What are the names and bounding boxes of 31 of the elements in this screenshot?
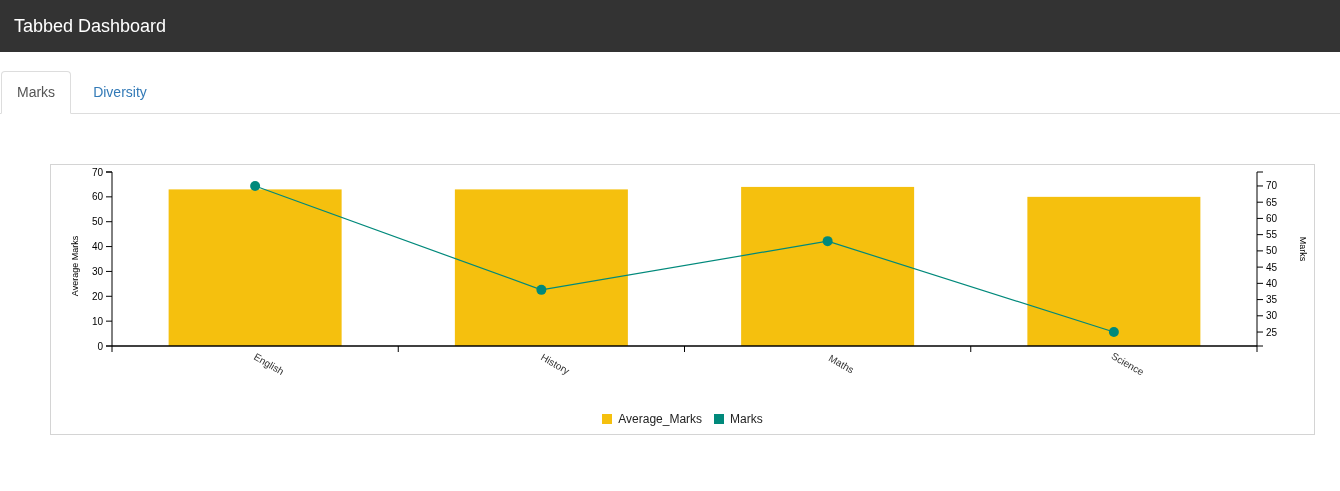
- data-point: [1108, 327, 1119, 338]
- app-title: Tabbed Dashboard: [14, 14, 167, 38]
- legend-label: Marks: [730, 411, 763, 428]
- tick-label: 20: [91, 290, 103, 302]
- tick-label: 25: [1266, 326, 1278, 338]
- axis-title: Marks: [1298, 236, 1308, 262]
- tick-label: 70: [1266, 180, 1278, 192]
- legend-swatch: [714, 414, 725, 424]
- legend-swatch: [602, 414, 613, 424]
- axis-title: Average Marks: [70, 235, 80, 297]
- tick-label: 70: [91, 166, 103, 178]
- tick-label: 50: [1266, 245, 1278, 257]
- tab[interactable]: Diversity: [71, 71, 169, 113]
- tick-label: 60: [1266, 212, 1278, 224]
- tick-label: 40: [91, 241, 103, 253]
- tick-label: 10: [91, 315, 103, 327]
- tick-label: 55: [1266, 229, 1278, 241]
- tick-label: 30: [91, 265, 103, 277]
- tab[interactable]: Marks: [1, 71, 72, 114]
- data-point: [536, 284, 547, 295]
- tick-label: 40: [1266, 277, 1278, 289]
- tick-label: 0: [97, 340, 103, 352]
- tick-label: 50: [91, 216, 103, 228]
- tick-label: 35: [1266, 294, 1278, 306]
- tick-label: 65: [1266, 196, 1278, 208]
- legend-label: Average_Marks: [618, 411, 703, 428]
- tick-label: 45: [1266, 261, 1278, 273]
- data-point: [250, 180, 261, 191]
- tick-label: 60: [91, 191, 103, 203]
- data-point: [822, 236, 833, 247]
- tick-label: 30: [1266, 310, 1278, 322]
